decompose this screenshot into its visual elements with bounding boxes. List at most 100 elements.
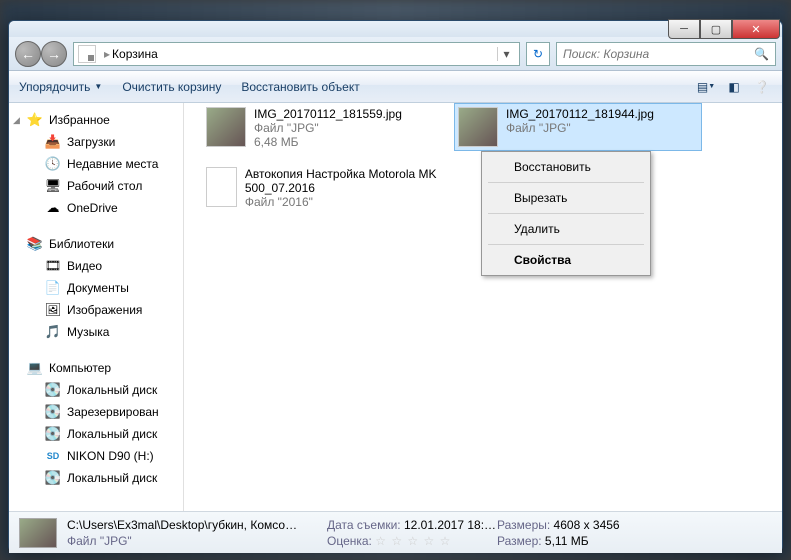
sidebar-item-label: Локальный диск	[67, 427, 157, 441]
maximize-button[interactable]: ▢	[700, 19, 732, 39]
address-dropdown-icon[interactable]: ▾	[497, 47, 515, 61]
documents-icon: 📄	[45, 280, 61, 296]
onedrive-icon: ☁	[45, 200, 61, 216]
file-name: IMG_20170112_181559.jpg	[254, 107, 402, 121]
sidebar-item-documents[interactable]: 📄 Документы	[9, 277, 183, 299]
refresh-button[interactable]: ↻	[526, 42, 550, 66]
sidebar-computer[interactable]: 💻 Компьютер	[9, 357, 183, 379]
sidebar-item-label: Локальный диск	[67, 383, 157, 397]
collapse-icon: ◢	[13, 115, 20, 126]
libraries-icon: 📚	[27, 236, 43, 252]
toolbar: Упорядочить ▼ Очистить корзину Восстанов…	[9, 71, 782, 103]
sidebar-item-label: Видео	[67, 259, 102, 273]
sidebar-item-recent[interactable]: 🕓Недавние места	[9, 153, 183, 175]
close-button[interactable]: ✕	[732, 19, 780, 39]
restore-item-button[interactable]: Восстановить объект	[241, 80, 359, 94]
sidebar-item-video[interactable]: 🎞 Видео	[9, 255, 183, 277]
address-bar[interactable]: ▸ Корзина ▾	[73, 42, 520, 66]
minimize-button[interactable]: ─	[668, 19, 700, 39]
explorer-window: ─ ▢ ✕ ← → ▸ Корзина ▾ ↻ 🔍 Упорядочить ▼ …	[8, 20, 783, 552]
details-date-value: 12.01.2017 18:19	[404, 518, 497, 532]
sidebar-item-label: Загрузки	[67, 135, 115, 149]
sidebar-item-label: Рабочий стол	[67, 179, 142, 193]
drive-icon: 💽	[45, 426, 61, 442]
file-size: 6,48 МБ	[254, 135, 402, 149]
details-size-value: 5,11 МБ	[545, 534, 589, 548]
breadcrumb[interactable]: Корзина	[112, 47, 158, 61]
downloads-icon: 📥	[45, 134, 61, 150]
sidebar-favorites[interactable]: ◢ ⭐ Избранное	[9, 109, 183, 131]
details-size-label: Размер:	[497, 534, 542, 548]
sidebar-head-label: Избранное	[49, 113, 110, 127]
details-rating-label: Оценка:	[327, 534, 372, 548]
sidebar-item-pictures[interactable]: 🖼 Изображения	[9, 299, 183, 321]
video-icon: 🎞	[45, 258, 61, 274]
file-item[interactable]: IMG_20170112_181559.jpg Файл "JPG" 6,48 …	[202, 103, 450, 153]
organize-label: Упорядочить	[19, 80, 90, 94]
file-type: Файл "JPG"	[506, 121, 654, 135]
sidebar-item-music[interactable]: 🎵 Музыка	[9, 321, 183, 343]
computer-icon: 💻	[27, 360, 43, 376]
forward-button[interactable]: →	[41, 41, 67, 67]
view-options-button[interactable]: ▤▼	[696, 77, 716, 97]
file-type: Файл "2016"	[245, 195, 446, 209]
details-dims-value: 4608 x 3456	[554, 518, 620, 532]
sidebar-item-label: Документы	[67, 281, 129, 295]
sidebar-item-label: Зарезервирован	[67, 405, 159, 419]
sidebar-head-label: Компьютер	[49, 361, 111, 375]
preview-pane-button[interactable]: ◧	[724, 77, 744, 97]
sidebar-item-drive[interactable]: 💽 Локальный диск	[9, 379, 183, 401]
ctx-delete[interactable]: Удалить	[484, 216, 648, 242]
details-dims-label: Размеры:	[497, 518, 550, 532]
file-type: Файл "JPG"	[254, 121, 402, 135]
sidebar-item-label: Недавние места	[67, 157, 158, 171]
title-bar[interactable]: ─ ▢ ✕	[9, 21, 782, 37]
file-thumbnail	[206, 167, 237, 207]
desktop-icon: 🖥	[45, 178, 61, 194]
file-item[interactable]: Автокопия Настройка Motorola MK 500_07.2…	[202, 163, 450, 213]
ctx-separator	[488, 213, 644, 214]
sidebar-head-label: Библиотеки	[49, 237, 114, 251]
rating-stars[interactable]: ☆ ☆ ☆ ☆ ☆	[375, 534, 451, 548]
drive-icon: 💽	[45, 382, 61, 398]
search-box[interactable]: 🔍	[556, 42, 776, 66]
file-thumbnail	[206, 107, 246, 147]
sidebar-item-label: Изображения	[67, 303, 142, 317]
empty-bin-button[interactable]: Очистить корзину	[122, 80, 221, 94]
organize-menu[interactable]: Упорядочить ▼	[19, 80, 102, 94]
pictures-icon: 🖼	[45, 302, 61, 318]
search-input[interactable]	[563, 47, 754, 61]
sidebar-item-label: OneDrive	[67, 201, 118, 215]
back-button[interactable]: ←	[15, 41, 41, 67]
sidebar-item-label: Музыка	[67, 325, 109, 339]
details-thumbnail	[19, 518, 57, 548]
details-pane: C:\Users\Ex3mal\Desktop\губкин, Комсо… Д…	[9, 511, 782, 553]
ctx-restore[interactable]: Восстановить	[484, 154, 648, 180]
help-button[interactable]: ❔	[752, 77, 772, 97]
ctx-cut[interactable]: Вырезать	[484, 185, 648, 211]
music-icon: 🎵	[45, 324, 61, 340]
recycle-bin-icon	[78, 45, 96, 63]
sidebar-item-downloads[interactable]: 📥 Загрузки	[9, 131, 183, 153]
drive-icon: 💽	[45, 404, 61, 420]
star-icon: ⭐	[27, 112, 43, 128]
file-item-selected[interactable]: IMG_20170112_181944.jpg Файл "JPG"	[454, 103, 702, 151]
file-thumbnail	[458, 107, 498, 147]
context-menu: Восстановить Вырезать Удалить Свойства	[481, 151, 651, 276]
sidebar-item-drive[interactable]: 💽 Зарезервирован	[9, 401, 183, 423]
sidebar-item-onedrive[interactable]: ☁ OneDrive	[9, 197, 183, 219]
sd-icon: SD	[45, 448, 61, 464]
ctx-properties[interactable]: Свойства	[484, 247, 648, 273]
sidebar-item-drive-nikon[interactable]: SD NIKON D90 (H:)	[9, 445, 183, 467]
ctx-separator	[488, 182, 644, 183]
sidebar-item-label: NIKON D90 (H:)	[67, 449, 154, 463]
sidebar-item-drive[interactable]: 💽Локальный диск	[9, 467, 183, 489]
file-name: Автокопия Настройка Motorola MK 500_07.2…	[245, 167, 446, 195]
search-icon: 🔍	[754, 47, 769, 61]
sidebar-libraries[interactable]: 📚 Библиотеки	[9, 233, 183, 255]
sidebar-item-desktop[interactable]: 🖥 Рабочий стол	[9, 175, 183, 197]
details-path: C:\Users\Ex3mal\Desktop\губкин, Комсо…	[67, 518, 327, 532]
chevron-down-icon: ▼	[94, 82, 102, 91]
nav-bar: ← → ▸ Корзина ▾ ↻ 🔍	[9, 37, 782, 71]
sidebar-item-drive[interactable]: 💽 Локальный диск	[9, 423, 183, 445]
